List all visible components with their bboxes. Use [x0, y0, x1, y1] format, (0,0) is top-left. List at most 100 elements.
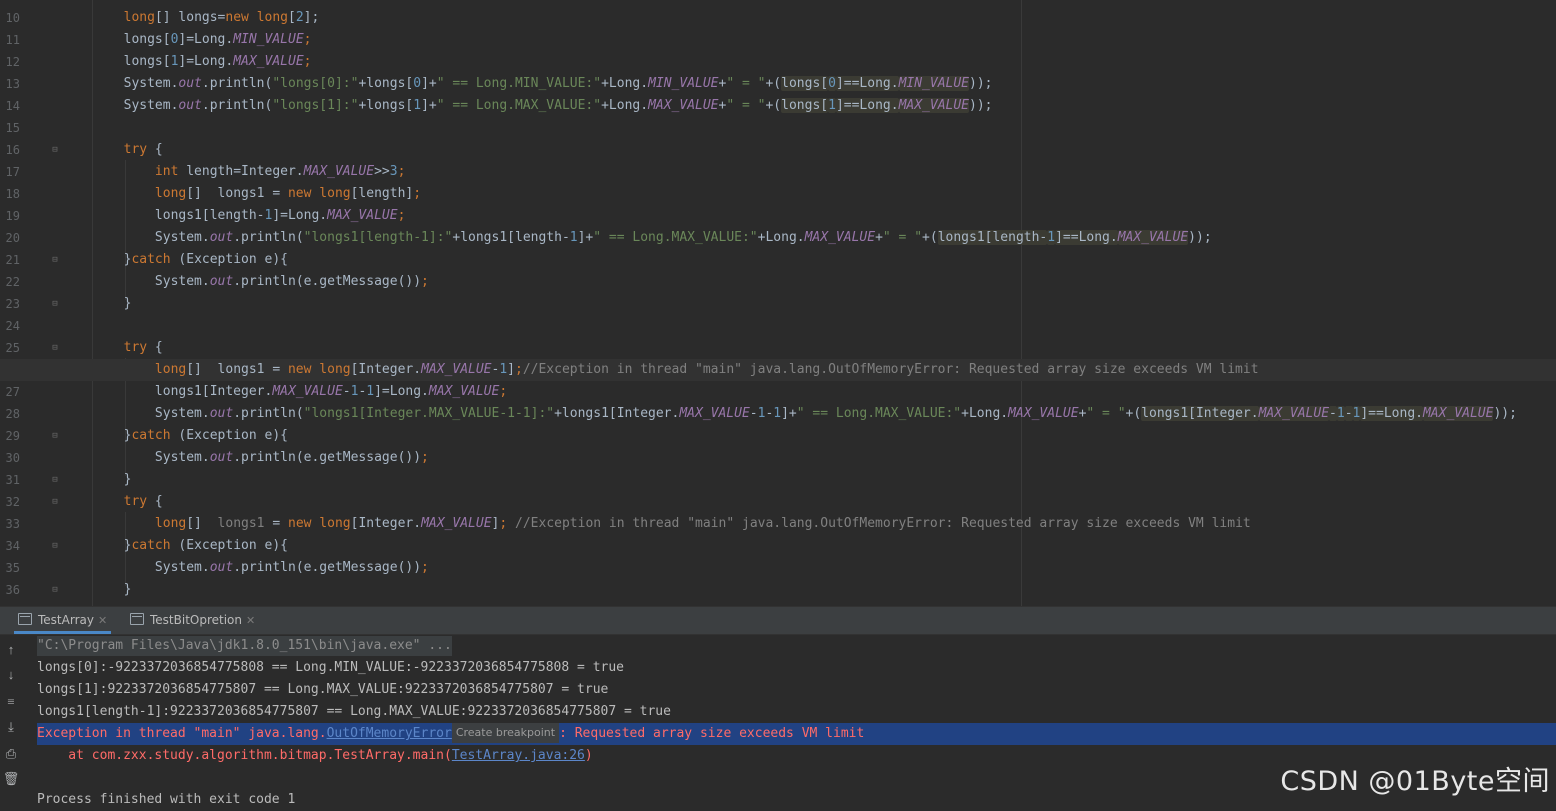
code-line[interactable]: } — [61, 469, 1556, 491]
code-token: " == Long.MAX_VALUE:" — [436, 98, 602, 113]
code-editor[interactable]: 1011121314151617181920212223242526272829… — [0, 0, 1556, 606]
code-line[interactable]: long[] longs1 = new long[Integer.MAX_VAL… — [61, 513, 1556, 535]
soft-wrap-icon[interactable]: ≡ — [2, 693, 20, 711]
code-token: (Exception e){ — [170, 538, 288, 553]
tab-testbitopretion[interactable]: TestBitOpretion ✕ — [126, 607, 259, 634]
fold-marker-icon[interactable]: ⊟ — [48, 139, 62, 161]
fold-marker-icon[interactable]: ⊟ — [48, 425, 62, 447]
code-line[interactable]: try { — [61, 337, 1556, 359]
code-line[interactable]: try { — [61, 491, 1556, 513]
create-breakpoint-hint[interactable]: Create breakpoint — [451, 723, 560, 743]
code-token: try — [123, 494, 148, 509]
arrow-up-icon[interactable]: ↑ — [2, 641, 20, 659]
close-icon[interactable]: ✕ — [98, 614, 107, 627]
code-token: longs[ — [781, 98, 829, 113]
code-line[interactable]: long[] longs1 = new long[Integer.MAX_VAL… — [0, 359, 1556, 381]
code-token: longs1[length- — [937, 230, 1048, 245]
code-token: MIN_VALUE — [233, 32, 304, 47]
code-line[interactable]: } — [61, 293, 1556, 315]
code-line[interactable]: long[] longs1 = new long[length]; — [61, 183, 1556, 205]
fold-marker-icon[interactable]: ⊟ — [48, 469, 62, 491]
code-token: " == Long.MIN_VALUE:" — [436, 76, 602, 91]
code-token: .println(e.getMessage()) — [233, 560, 422, 575]
code-line[interactable]: System.out.println(e.getMessage()); — [61, 447, 1556, 469]
exception-class-link[interactable]: OutOfMemoryError — [327, 726, 452, 741]
fold-marker-icon[interactable]: ⊟ — [48, 293, 62, 315]
print-icon[interactable]: ⎙ — [2, 745, 20, 763]
code-line[interactable]: longs1[Integer.MAX_VALUE-1-1]=Long.MAX_V… — [61, 381, 1556, 403]
fold-marker-icon[interactable]: ⊟ — [48, 535, 62, 557]
code-line[interactable]: longs1[length-1]=Long.MAX_VALUE; — [61, 205, 1556, 227]
scroll-to-end-icon[interactable]: ⤓ — [2, 718, 20, 736]
code-token: System. — [61, 76, 179, 91]
code-line[interactable]: }catch (Exception e){ — [61, 425, 1556, 447]
code-token: ; — [397, 164, 406, 179]
code-token: long — [154, 186, 187, 201]
code-token: +( — [922, 230, 938, 245]
code-line[interactable]: longs[1]=Long.MAX_VALUE; — [61, 51, 1556, 73]
close-icon[interactable]: ✕ — [246, 614, 255, 627]
line-number: 21 — [5, 253, 20, 267]
code-token: } — [61, 472, 132, 487]
code-token: MAX_VALUE — [421, 362, 492, 377]
code-line[interactable]: long[] longs=new long[2]; — [61, 7, 1556, 29]
code-line[interactable]: System.out.println(e.getMessage()); — [61, 271, 1556, 293]
fold-marker-icon[interactable]: ⊟ — [48, 337, 62, 359]
code-token: { — [147, 494, 163, 509]
arrow-down-icon[interactable]: ↓ — [2, 666, 20, 684]
source-location-link[interactable]: TestArray.java:26 — [452, 748, 585, 763]
code-token: } — [61, 252, 132, 267]
code-line[interactable]: System.out.println("longs1[Integer.MAX_V… — [61, 403, 1556, 425]
code-token: { — [147, 340, 163, 355]
code-token: try — [123, 142, 148, 157]
code-token: System. — [61, 230, 210, 245]
code-line[interactable]: System.out.println("longs1[length-1]:"+l… — [61, 227, 1556, 249]
code-token: ]==Long. — [1360, 406, 1423, 421]
fold-gutter[interactable]: ⊟ ⊟ ⊟ ⊟ ⊟ ⊟ ⊟ ⊟ ⊟ — [48, 7, 62, 601]
code-line[interactable]: } — [61, 579, 1556, 601]
code-token: { — [147, 142, 163, 157]
line-number: 32 — [5, 495, 20, 509]
code-line[interactable]: System.out.println("longs[0]:"+longs[0]+… — [61, 73, 1556, 95]
command-text: "C:\Program Files\Java\jdk1.8.0_151\bin\… — [37, 636, 452, 656]
code-line[interactable]: System.out.println(e.getMessage()); — [61, 557, 1556, 579]
line-number: 14 — [5, 99, 20, 113]
code-line[interactable]: int length=Integer.MAX_VALUE>>3; — [61, 161, 1556, 183]
code-token: MAX_VALUE — [1008, 406, 1079, 421]
line-number: 12 — [5, 55, 20, 69]
code-token: >> — [374, 164, 390, 179]
code-line[interactable] — [61, 315, 1556, 337]
fold-marker-icon[interactable]: ⊟ — [48, 249, 62, 271]
code-area[interactable]: long[] longs=new long[2]; longs[0]=Long.… — [0, 7, 1556, 601]
fold-marker-icon[interactable]: ⊟ — [48, 579, 62, 601]
code-token: )); — [1188, 230, 1212, 245]
code-line[interactable]: }catch (Exception e){ — [61, 535, 1556, 557]
code-token: 1 — [773, 406, 782, 421]
line-number: 18 — [5, 187, 20, 201]
line-number: 31 — [5, 473, 20, 487]
line-number: 35 — [5, 561, 20, 575]
code-line[interactable]: longs[0]=Long.MIN_VALUE; — [61, 29, 1556, 51]
code-line[interactable]: System.out.println("longs[1]:"+longs[1]+… — [61, 95, 1556, 117]
trash-icon[interactable]: 🗑 — [2, 770, 20, 788]
tab-testarray[interactable]: TestArray ✕ — [14, 607, 112, 634]
code-token: = — [264, 516, 288, 531]
code-line[interactable]: try { — [61, 139, 1556, 161]
code-token: System. — [61, 406, 210, 421]
code-token: MIN_VALUE — [898, 76, 970, 91]
code-token: new long — [288, 516, 351, 531]
fold-marker-icon[interactable]: ⊟ — [48, 491, 62, 513]
line-number: 20 — [5, 231, 20, 245]
line-number: 28 — [5, 407, 20, 421]
code-line[interactable]: }catch (Exception e){ — [61, 249, 1556, 271]
code-token: ]==Long. — [1055, 230, 1118, 245]
code-token: - — [342, 384, 351, 399]
code-token: [] — [186, 516, 218, 531]
code-line[interactable] — [61, 117, 1556, 139]
console-icon — [130, 613, 144, 625]
code-token: 1 — [1336, 406, 1345, 421]
fold-gutter-cell — [48, 447, 62, 469]
